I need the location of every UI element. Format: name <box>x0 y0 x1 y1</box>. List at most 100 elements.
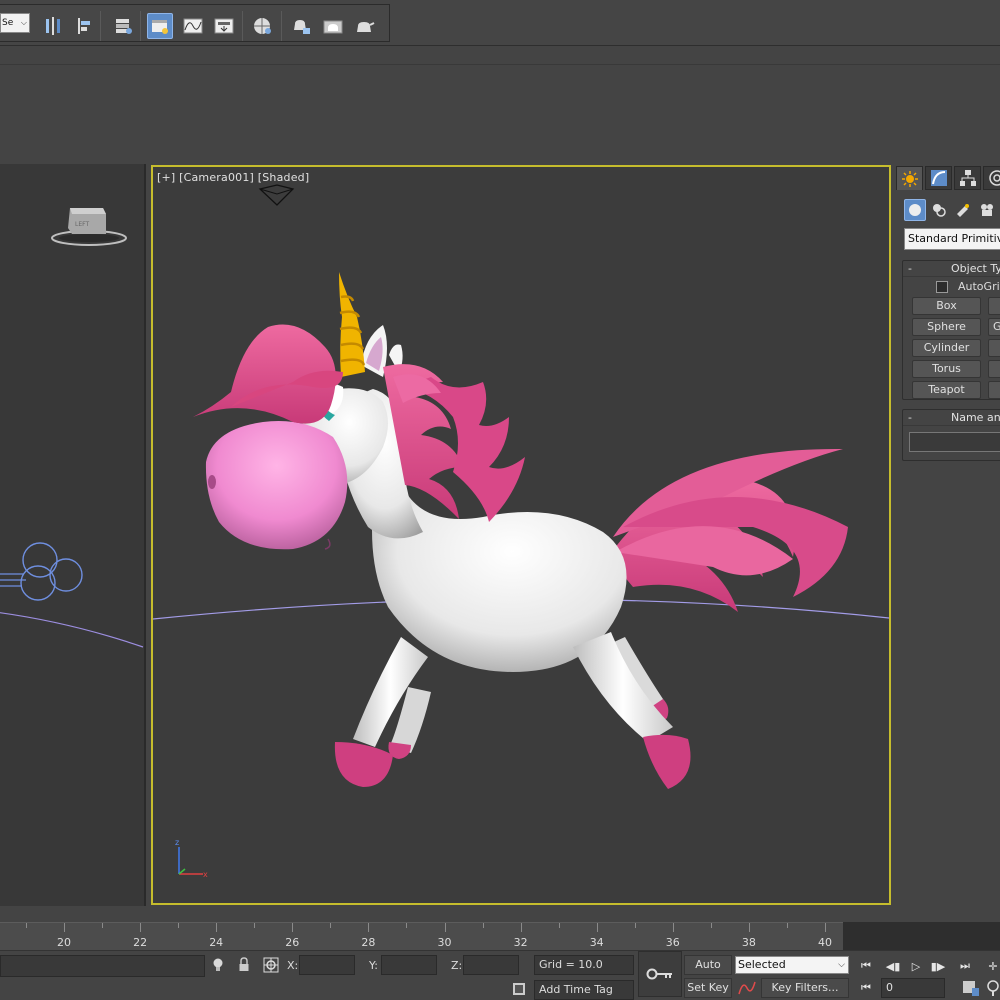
time-configuration-button[interactable] <box>962 979 980 1000</box>
shapes-subtab[interactable] <box>928 199 950 221</box>
light-icon <box>957 204 969 217</box>
selection-lock-button[interactable] <box>237 957 251 976</box>
cone-button[interactable] <box>988 297 1000 315</box>
timeline-tick-label: 36 <box>665 936 680 949</box>
timeline-major-tick <box>825 923 826 932</box>
timeline-minor-tick <box>634 923 636 928</box>
viewport-scene: z x <box>153 184 889 879</box>
pyramid-button[interactable] <box>988 360 1000 378</box>
ribbon-area <box>0 64 1000 164</box>
curve-editor-button[interactable] <box>180 13 206 39</box>
geometry-subtab[interactable] <box>904 199 926 221</box>
lock-icon <box>239 957 249 971</box>
chevron-down-icon: ⌵ <box>20 18 27 27</box>
lights-subtab[interactable] <box>952 199 974 221</box>
y-coordinate-input[interactable] <box>381 955 437 975</box>
timeline-minor-tick <box>710 923 712 928</box>
grid-size-display: Grid = 10.0 <box>534 955 634 975</box>
play-button[interactable]: ▷ <box>906 956 926 976</box>
cameras-subtab[interactable] <box>976 199 998 221</box>
absolute-mode-button[interactable] <box>263 957 279 976</box>
key-filters-button[interactable]: Key Filters... <box>761 978 849 998</box>
key-mode-dropdown[interactable]: Selected ⌵ <box>735 956 849 974</box>
transform-mode-icon <box>263 957 279 973</box>
box-button[interactable]: Box <box>912 297 981 315</box>
rendered-frame-icon <box>323 20 343 34</box>
cylinder-button[interactable]: Cylinder <box>912 339 981 357</box>
go-to-start-icon: ⏮ <box>861 959 871 972</box>
viewcube-face-label: LEFT <box>75 221 89 228</box>
svg-text:z: z <box>175 838 179 847</box>
timeline-major-tick <box>216 923 218 932</box>
name-and-color-header[interactable]: - Name and Color <box>903 410 1000 426</box>
align-button[interactable] <box>72 13 98 39</box>
set-key-label-button[interactable]: Set Key <box>684 978 732 998</box>
torus-button[interactable]: Torus <box>912 360 981 378</box>
layers-button[interactable] <box>110 13 136 39</box>
time-configuration-icon <box>963 981 979 996</box>
object-name-input[interactable] <box>909 432 1000 452</box>
unicorn-tail <box>608 448 848 612</box>
time-config-button[interactable]: ✛ <box>983 956 1000 976</box>
timeline-tick-label: 38 <box>741 936 756 949</box>
time-config-icon: ✛ <box>988 959 998 973</box>
hierarchy-tab[interactable] <box>954 166 981 190</box>
schematic-view-button[interactable] <box>211 13 237 39</box>
tangent-curve-icon <box>738 981 756 995</box>
z-coordinate-input[interactable] <box>463 955 519 975</box>
left-viewport-canvas: LEFT <box>0 208 144 648</box>
timeline-tick-label: 20 <box>57 936 71 949</box>
time-tag-button[interactable] <box>512 982 526 999</box>
set-key-button[interactable] <box>638 951 682 997</box>
category-dropdown[interactable]: Standard Primitives <box>904 228 1000 250</box>
current-frame-input[interactable]: 0 <box>881 978 945 998</box>
previous-frame-button[interactable]: ◀▮ <box>883 956 903 976</box>
command-panel: Standard Primitives - Object Type AutoGr… <box>896 164 1000 906</box>
next-frame-button[interactable]: ▮▶ <box>928 956 948 976</box>
auto-key-button[interactable]: Auto Key <box>684 955 732 989</box>
create-tab[interactable] <box>896 166 923 190</box>
material-editor-button[interactable] <box>250 13 276 39</box>
timeline-major-tick <box>444 923 446 932</box>
schematic-view-icon <box>214 18 234 34</box>
modify-icon <box>930 170 947 186</box>
render-button[interactable] <box>352 13 378 39</box>
sphere-button[interactable]: Sphere <box>912 318 981 336</box>
key-mode-toggle-button[interactable]: ⏮ <box>856 978 876 998</box>
key-mode-value: Selected <box>738 958 786 971</box>
toolbar-separator <box>100 11 101 41</box>
isolate-selection-button[interactable] <box>211 957 225 976</box>
add-time-tag-field[interactable]: Add Time Tag <box>534 980 634 1000</box>
plane-button[interactable] <box>988 381 1000 399</box>
geosphere-button[interactable]: G <box>988 318 1000 336</box>
mirror-button[interactable] <box>40 13 66 39</box>
z-coordinate-label: Z: <box>451 959 463 972</box>
timeline-major-tick <box>64 923 65 932</box>
render-setup-icon <box>294 20 310 34</box>
left-viewport[interactable]: LEFT <box>0 164 146 906</box>
motion-tab[interactable] <box>983 166 1000 190</box>
rendered-frame-button[interactable] <box>320 13 346 39</box>
selection-set-dropdown[interactable]: Se ⌵ <box>0 13 30 33</box>
modify-tab[interactable] <box>925 166 952 190</box>
go-to-start-button[interactable]: ⏮ <box>856 956 876 976</box>
tube-button[interactable] <box>988 339 1000 357</box>
chevron-down-icon: ⌵ <box>838 960 845 970</box>
time-tag-icon <box>513 983 525 995</box>
x-coordinate-input[interactable] <box>299 955 355 975</box>
camera-viewport[interactable]: [+] [Camera001] [Shaded] z x <box>151 165 891 905</box>
render-setup-button[interactable] <box>288 13 314 39</box>
timeline-tick-label: 32 <box>513 936 528 949</box>
timeline-tick-label: 40 <box>818 936 832 949</box>
default-tangents-button[interactable] <box>738 980 756 999</box>
scene-explorer-button[interactable] <box>147 13 173 39</box>
camera-icon <box>981 204 993 216</box>
go-to-end-button[interactable]: ⏭ <box>955 956 975 976</box>
timeline-major-tick <box>292 923 294 932</box>
track-bar[interactable]: 20 22 24 26 28 30 32 34 36 38 40 <box>0 922 843 950</box>
teapot-button[interactable]: Teapot <box>912 381 981 399</box>
autogrid-checkbox[interactable] <box>936 281 948 293</box>
light-bulb-icon <box>213 958 223 971</box>
object-type-header[interactable]: - Object Type <box>903 261 1000 277</box>
zoom-extents-button[interactable] <box>986 979 1000 1000</box>
